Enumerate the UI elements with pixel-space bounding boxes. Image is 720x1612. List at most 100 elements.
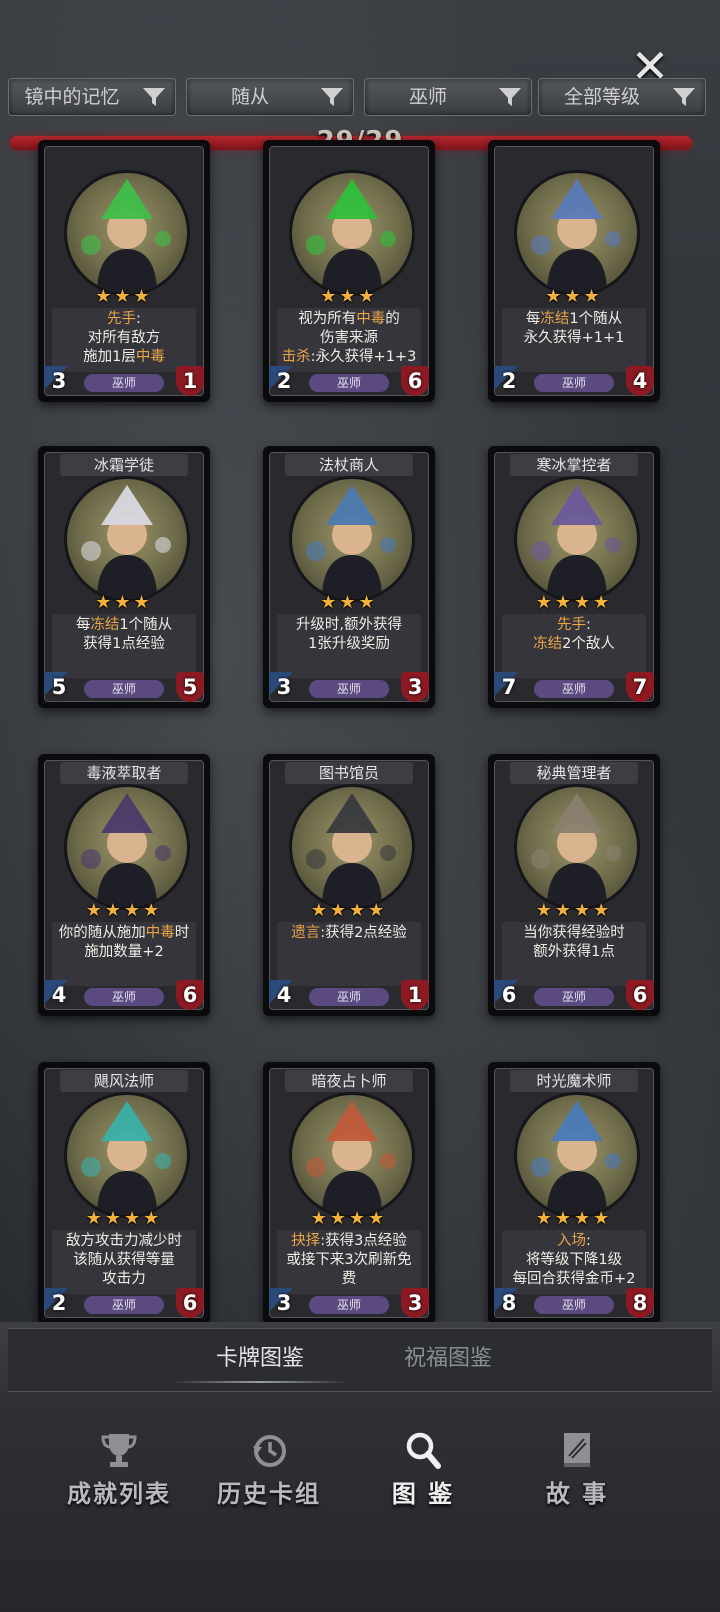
keyword: 冻结 (540, 311, 570, 327)
class-badge: 巫师 (84, 374, 164, 392)
character-art (306, 1101, 396, 1215)
character-art (81, 179, 171, 293)
card-stars: ★★★★ (535, 900, 613, 921)
card-description: 你的随从施加中毒时 施加数量+2 (52, 922, 196, 986)
desc-text: 每回合获得金币+2 (512, 1271, 636, 1287)
filter-level[interactable]: 全部等级 (538, 78, 706, 116)
card-name: 冰霜学徒 (60, 454, 188, 476)
card-stars: ★★★★ (85, 900, 163, 921)
card-portrait (64, 170, 190, 296)
minion-card[interactable]: 法杖商人 ★★★ 升级时,额外获得 1张升级奖励 3 巫师 3 (263, 446, 435, 708)
minion-card[interactable]: 暗夜占卜师 ★★★★ 抉择:获得3点经验 或接下来3次刷新免费 3 巫师 3 (263, 1062, 435, 1324)
attack-value: 2 (269, 366, 299, 396)
keyword: 中毒 (135, 349, 165, 365)
minion-card[interactable]: 图书馆员 ★★★★ 遗言:获得2点经验 4 巫师 1 (263, 754, 435, 1016)
desc-text: :获得2点经验 (320, 925, 407, 941)
nav-achievements[interactable]: 成就列表 (44, 1430, 194, 1520)
desc-text: : (586, 1233, 591, 1249)
desc-text: 对所有敌方 (87, 330, 161, 346)
health-value: 6 (176, 1288, 204, 1318)
nav-story[interactable]: 故 事 (502, 1430, 652, 1520)
keyword: 先手 (557, 617, 587, 633)
minion-card[interactable]: 冰霜学徒 ★★★ 每冻结1个随从 获得1点经验 5 巫师 5 (38, 446, 210, 708)
desc-text: 升级时,额外获得 (295, 617, 403, 633)
character-art (81, 485, 171, 599)
character-art (81, 1101, 171, 1215)
desc-text: 敌方攻击力减少时 (66, 1233, 182, 1249)
character-art (531, 485, 621, 599)
minion-card[interactable]: 飓风法师 ★★★★ 敌方攻击力减少时 该随从获得等量 攻击力 2 巫师 6 (38, 1062, 210, 1324)
card-portrait (514, 1092, 640, 1218)
keyword: 中毒 (356, 311, 386, 327)
desc-text: 伤害来源 (320, 330, 378, 346)
filter-memory[interactable]: 镜中的记忆 (8, 78, 176, 116)
card-name: 法杖商人 (285, 454, 413, 476)
desc-text: 1个随从 (119, 617, 173, 633)
card-name: 秘典管理者 (510, 762, 638, 784)
card-portrait (289, 170, 415, 296)
desc-text: 获得1点经验 (83, 636, 165, 652)
desc-text: 当你获得经验时 (523, 925, 625, 941)
tab-blessing-collection[interactable]: 祝福图鉴 (348, 1339, 548, 1379)
card-stars: ★★★ (545, 286, 603, 307)
filter-label: 镜中的记忆 (24, 86, 120, 108)
desc-text: 1个随从 (569, 311, 623, 327)
desc-text: : (136, 311, 141, 327)
card-description: 遗言:获得2点经验 (277, 922, 421, 986)
filter-wizard[interactable]: 巫师 (364, 78, 532, 116)
desc-text: 将等级下降1级 (525, 1252, 623, 1268)
card-description: 先手: 冻结2个敌人 (502, 614, 646, 678)
minion-card[interactable]: 秘典管理者 ★★★★ 当你获得经验时 额外获得1点 6 巫师 6 (488, 754, 660, 1016)
class-badge: 巫师 (534, 988, 614, 1006)
class-badge: 巫师 (309, 988, 389, 1006)
nav-label: 故 事 (545, 1480, 609, 1508)
desc-text: 的 (385, 311, 400, 327)
filter-icon (673, 88, 695, 106)
health-value: 8 (626, 1288, 654, 1318)
filter-minion[interactable]: 随从 (186, 78, 354, 116)
desc-text: 攻击力 (102, 1271, 146, 1287)
attack-value: 3 (44, 366, 74, 396)
card-description: 升级时,额外获得 1张升级奖励 (277, 614, 421, 678)
card-name: 暗夜占卜师 (285, 1070, 413, 1092)
health-value: 5 (176, 672, 204, 702)
class-badge: 巫师 (534, 1296, 614, 1314)
desc-text: 施加数量+2 (84, 944, 164, 960)
class-badge: 巫师 (309, 1296, 389, 1314)
magnifier-icon (406, 1432, 441, 1469)
card-portrait (514, 784, 640, 910)
filter-icon (321, 88, 343, 106)
card-description: 先手: 对所有敌方施加1层中毒 (52, 308, 196, 372)
tab-card-collection[interactable]: 卡牌图鉴 (160, 1339, 360, 1383)
attack-value: 4 (269, 980, 299, 1010)
desc-text: 永久获得+1+1 (523, 330, 625, 346)
minion-card[interactable]: ★★★ 每冻结1个随从 永久获得+1+1 2 巫师 4 (488, 140, 660, 402)
desc-text: 或接下来3次刷新免 (286, 1252, 412, 1268)
minion-card[interactable]: 寒冰掌控者 ★★★★ 先手: 冻结2个敌人 7 巫师 7 (488, 446, 660, 708)
desc-text: 2个敌人 (562, 636, 615, 652)
card-stars: ★★★★ (535, 592, 613, 613)
card-description: 每冻结1个随从 获得1点经验 (52, 614, 196, 678)
nav-collection[interactable]: 图 鉴 (348, 1430, 498, 1520)
attack-value: 2 (44, 1288, 74, 1318)
card-stars: ★★★ (320, 286, 378, 307)
keyword: 先手 (107, 311, 137, 327)
minion-card[interactable]: 时光魔术师 ★★★★ 入场: 将等级下降1级 每回合获得金币+2 8 巫师 8 (488, 1062, 660, 1324)
character-art (81, 793, 171, 907)
keyword: 中毒 (145, 925, 175, 941)
attack-value: 2 (494, 366, 524, 396)
desc-text: 施加1层 (83, 349, 136, 365)
card-stars: ★★★ (95, 592, 153, 613)
class-badge: 巫师 (84, 1296, 164, 1314)
health-value: 6 (176, 980, 204, 1010)
filter-label: 全部等级 (563, 86, 640, 108)
minion-card[interactable]: ★★★ 视为所有中毒的 伤害来源 击杀:永久获得+1+3 2 巫师 6 (263, 140, 435, 402)
desc-text: 视为所有 (298, 311, 357, 327)
card-name: 毒液萃取者 (60, 762, 188, 784)
nav-history[interactable]: 历史卡组 (194, 1430, 344, 1520)
card-portrait (64, 476, 190, 602)
minion-card[interactable]: ★★★ 先手: 对所有敌方 施加1层中毒 3 巫师 1 (38, 140, 210, 402)
minion-card[interactable]: 毒液萃取者 ★★★★ 你的随从施加中毒时 施加数量+2 4 巫师 6 (38, 754, 210, 1016)
attack-value: 4 (44, 980, 74, 1010)
nav-label: 成就列表 (67, 1480, 171, 1508)
